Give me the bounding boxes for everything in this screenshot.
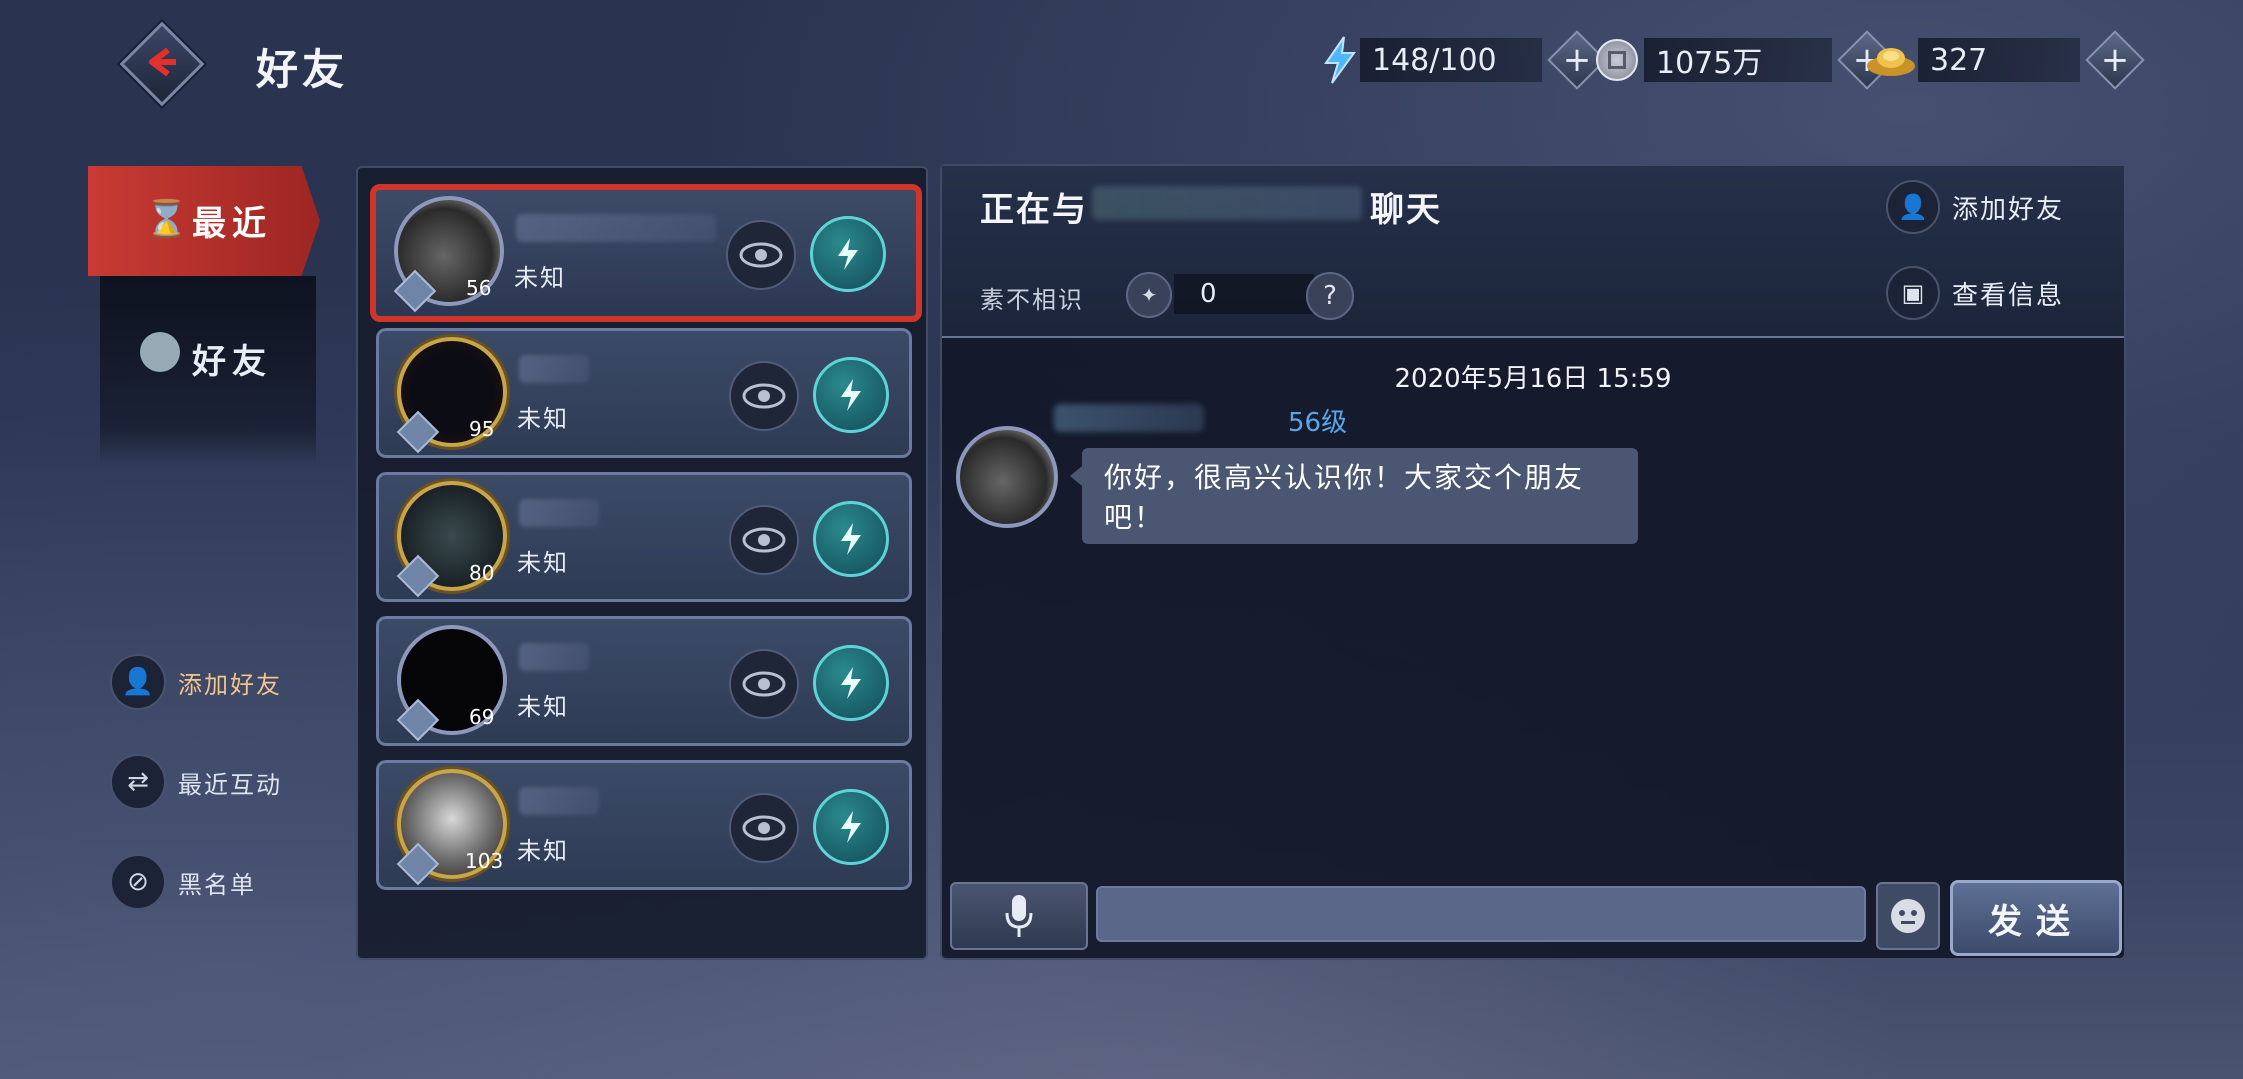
eye-icon [739, 242, 783, 268]
friend-card[interactable]: 103 未知 [376, 760, 912, 890]
friend-status: 未知 [517, 405, 569, 433]
profile-card-icon: ▣ [1886, 266, 1940, 320]
chat-header: 正在与 聊天 素不相识 ✦ 0 ? 👤 添加好友 ▣ 查看信息 [942, 166, 2124, 338]
relation-label: 素不相识 [980, 286, 1084, 314]
friend-level: 103 [465, 849, 504, 873]
add-user-icon: 👤 [1886, 180, 1940, 234]
chat-bolt-icon [841, 379, 861, 411]
add-friend-label: 添加好友 [1952, 194, 2065, 225]
chat-partner-name-blurred [1092, 186, 1362, 220]
add-gold-button[interactable]: + [2085, 30, 2145, 90]
message-bubble: 你好，很高兴认识你！大家交个朋友吧！ [1070, 448, 1638, 544]
friend-status: 未知 [517, 549, 569, 577]
relation-value: 0 [1174, 274, 1314, 314]
friend-status: 未知 [517, 837, 569, 865]
blacklist-label: 黑名单 [178, 870, 256, 899]
view-info-button[interactable]: ▣ 查看信息 [1886, 266, 2064, 320]
friend-card[interactable]: 56 未知 [370, 184, 922, 322]
friend-name-blurred [519, 499, 599, 527]
tab-recent-label: 最近 [192, 204, 272, 244]
sender-avatar[interactable] [956, 426, 1058, 528]
chat-bolt-icon [838, 238, 858, 270]
coins-value: 1075万 [1644, 38, 1832, 82]
chat-button[interactable] [813, 789, 889, 865]
friend-name-blurred [519, 355, 589, 383]
friend-name-blurred [519, 643, 589, 671]
chat-bolt-icon [841, 811, 861, 843]
friend-name-blurred [519, 787, 599, 815]
friend-name-blurred [516, 214, 716, 242]
coin-icon [1596, 39, 1638, 81]
chat-button[interactable] [813, 645, 889, 721]
sender-name-blurred [1054, 404, 1204, 432]
page-title: 好友 [256, 45, 349, 94]
chat-button[interactable] [813, 357, 889, 433]
chat-button[interactable] [813, 501, 889, 577]
chat-with-prefix: 正在与 [980, 190, 1088, 230]
message-input[interactable] [1096, 886, 1866, 942]
chat-with-suffix: 聊天 [1370, 190, 1442, 230]
friends-icon [140, 332, 180, 372]
plus-icon: + [1562, 40, 1592, 80]
recent-interaction-button[interactable]: ⇄ 最近互动 [110, 754, 282, 810]
add-friend-side-label: 添加好友 [178, 670, 282, 699]
recent-interaction-label: 最近互动 [178, 770, 282, 799]
send-button[interactable]: 发送 [1950, 880, 2122, 956]
view-button[interactable] [729, 793, 799, 863]
voice-button[interactable] [950, 882, 1088, 950]
tab-friends-label: 好友 [192, 342, 272, 382]
relation-icon: ✦ [1126, 272, 1172, 318]
eye-icon [742, 383, 786, 409]
lightning-icon [1324, 36, 1356, 84]
friend-card[interactable]: 95 未知 [376, 328, 912, 458]
add-friend-button[interactable]: 👤 添加好友 [1886, 180, 2064, 234]
friend-level: 56 [466, 276, 492, 300]
gold-ingot-icon [1867, 48, 1915, 76]
add-friend-side-button[interactable]: 👤 添加好友 [110, 654, 282, 710]
friend-level: 95 [469, 417, 495, 441]
help-icon[interactable]: ? [1306, 272, 1354, 320]
hourglass-icon: ⌛ [144, 199, 189, 240]
microphone-icon [1005, 895, 1033, 937]
emoji-icon [1891, 899, 1925, 933]
stamina-value: 148/100 [1360, 38, 1542, 82]
sender-level: 56级 [1288, 408, 1348, 438]
stamina-resource: 148/100 + [1320, 30, 1607, 90]
view-button[interactable] [729, 649, 799, 719]
back-button[interactable] [119, 21, 205, 107]
emoji-button[interactable] [1876, 882, 1940, 950]
view-button[interactable] [729, 361, 799, 431]
gold-resource: 327 + [1864, 30, 2145, 90]
chat-bolt-icon [841, 523, 861, 555]
friend-status: 未知 [517, 693, 569, 721]
friend-level: 80 [469, 561, 495, 585]
friend-card[interactable]: 80 未知 [376, 472, 912, 602]
chat-input-row: 发送 [950, 880, 2122, 956]
add-user-icon: 👤 [110, 654, 166, 710]
friend-card[interactable]: 69 未知 [376, 616, 912, 746]
friend-status: 未知 [514, 264, 566, 292]
friend-level: 69 [469, 705, 495, 729]
coins-resource: 1075万 + [1596, 30, 1897, 90]
view-button[interactable] [729, 505, 799, 575]
swap-arrows-icon: ⇄ [110, 754, 166, 810]
eye-icon [742, 527, 786, 553]
blacklist-button[interactable]: ⊘ 黑名单 [110, 854, 256, 910]
view-button[interactable] [726, 220, 796, 290]
view-info-label: 查看信息 [1952, 280, 2065, 311]
message-timestamp: 2020年5月16日 15:59 [1394, 364, 1672, 394]
friend-list: 56 未知 95 未知 80 未知 69 未知 103 未知 [356, 166, 928, 960]
tab-recent[interactable]: ⌛ 最近 [88, 166, 338, 276]
eye-icon [742, 815, 786, 841]
block-icon: ⊘ [110, 854, 166, 910]
chat-button[interactable] [810, 216, 886, 292]
gold-value: 327 [1918, 38, 2080, 82]
back-arrow-icon [149, 47, 176, 77]
eye-icon [742, 671, 786, 697]
chat-bolt-icon [841, 667, 861, 699]
tab-friends[interactable]: 好友 [100, 276, 316, 466]
chat-panel: 正在与 聊天 素不相识 ✦ 0 ? 👤 添加好友 ▣ 查看信息 2020年5月1… [940, 164, 2126, 960]
plus-icon: + [2100, 40, 2130, 80]
